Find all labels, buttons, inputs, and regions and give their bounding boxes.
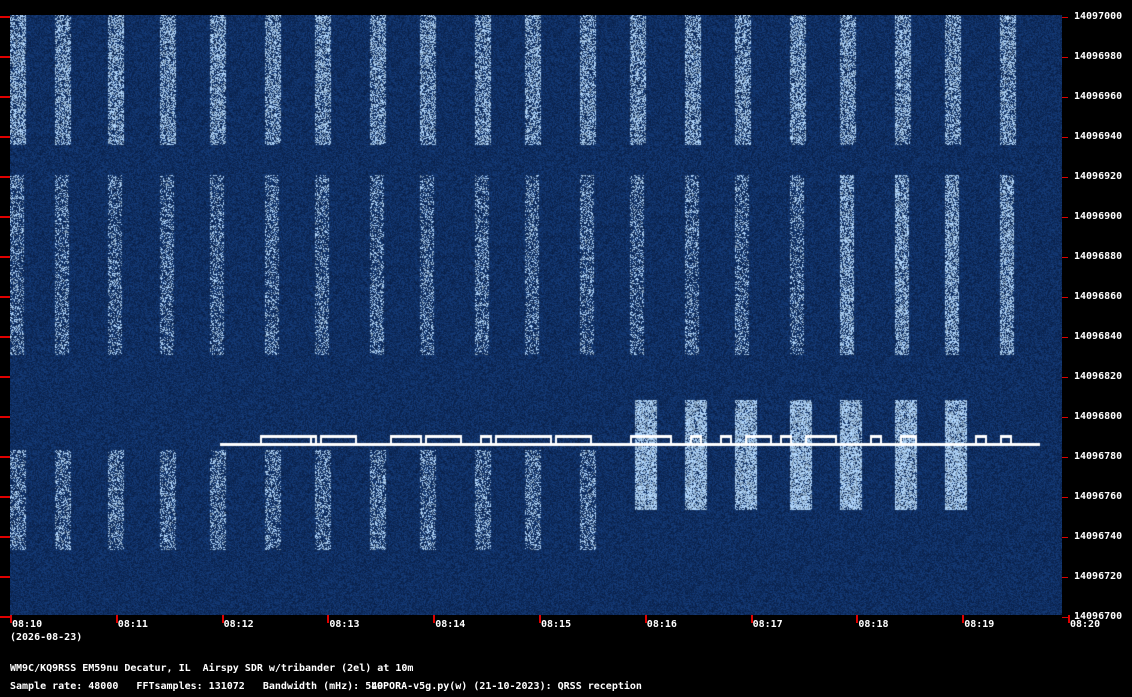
- y-tick-right: [1062, 217, 1068, 218]
- date-label: (2026-08-23): [10, 632, 83, 643]
- y-tick: [0, 376, 10, 378]
- x-label: 08:17: [752, 619, 783, 630]
- receiver-params: Sample rate: 48000 FFTsamples: 131072 Ba…: [10, 681, 384, 692]
- x-label: 08:14: [435, 619, 466, 630]
- y-label: 14096980: [1074, 51, 1123, 62]
- y-tick-right: [1062, 537, 1068, 538]
- y-tick: [0, 296, 10, 298]
- y-tick-right: [1062, 57, 1068, 58]
- x-label: 08:15: [541, 619, 572, 630]
- y-tick: [0, 216, 10, 218]
- y-tick-right: [1062, 297, 1068, 298]
- x-label: 08:19: [964, 619, 995, 630]
- x-tick: [1068, 615, 1070, 623]
- y-tick: [0, 56, 10, 58]
- y-tick-right: [1062, 177, 1068, 178]
- y-tick-right: [1062, 417, 1068, 418]
- y-tick: [0, 176, 10, 178]
- x-tick: [433, 615, 436, 623]
- x-label: 08:16: [646, 619, 677, 630]
- x-tick: [10, 615, 12, 623]
- y-tick: [0, 496, 10, 498]
- y-label: 14096720: [1074, 571, 1123, 582]
- x-tick: [115, 615, 118, 623]
- x-label: 08:13: [329, 619, 360, 630]
- station-info: WM9C/KQ9RSS EM59nu Decatur, IL Airspy SD…: [10, 663, 414, 674]
- x-tick: [856, 615, 859, 623]
- x-label: 08:10: [12, 619, 43, 630]
- y-label: 14096740: [1074, 531, 1123, 542]
- y-label: 14096960: [1074, 91, 1123, 102]
- x-tick: [644, 615, 647, 623]
- y-tick-right: [1062, 337, 1068, 338]
- x-label: 08:11: [117, 619, 148, 630]
- y-tick: [0, 256, 10, 258]
- y-tick-right: [1062, 97, 1068, 98]
- software-info: LOPORA-v5g.py(w) (21-10-2023): QRSS rece…: [371, 681, 642, 692]
- y-tick-right: [1062, 257, 1068, 258]
- y-label: 14096880: [1074, 251, 1123, 262]
- y-tick: [0, 96, 10, 98]
- spectrogram-canvas: [10, 15, 1062, 615]
- spectrogram-area: [10, 15, 1062, 615]
- y-tick: [0, 456, 10, 458]
- y-label: 14096840: [1074, 331, 1123, 342]
- y-label: 14096920: [1074, 171, 1123, 182]
- y-label: 14096760: [1074, 491, 1123, 502]
- y-label: 14097000: [1074, 11, 1123, 22]
- x-tick: [327, 615, 330, 623]
- y-tick: [0, 336, 10, 338]
- y-tick: [0, 576, 10, 578]
- x-label: 08:20: [1070, 619, 1101, 630]
- y-tick: [0, 416, 10, 418]
- y-label: 14096820: [1074, 371, 1123, 382]
- x-tick: [221, 615, 224, 623]
- y-tick-right: [1062, 137, 1068, 138]
- y-label: 14096900: [1074, 211, 1123, 222]
- y-label: 14096780: [1074, 451, 1123, 462]
- x-tick: [539, 615, 541, 623]
- y-tick: [0, 16, 10, 18]
- y-tick-right: [1062, 457, 1068, 458]
- y-tick-right: [1062, 17, 1068, 18]
- y-tick-right: [1062, 497, 1068, 498]
- y-label: 14096940: [1074, 131, 1123, 142]
- x-tick: [750, 615, 753, 623]
- y-tick: [0, 136, 10, 138]
- y-tick-right: [1062, 377, 1068, 378]
- y-tick: [0, 536, 10, 538]
- x-label: 08:18: [858, 619, 889, 630]
- y-tick-right: [1062, 577, 1068, 578]
- x-tick: [962, 615, 965, 623]
- y-label: 14096800: [1074, 411, 1123, 422]
- y-tick: [0, 616, 10, 618]
- y-label: 14096860: [1074, 291, 1123, 302]
- x-label: 08:12: [223, 619, 254, 630]
